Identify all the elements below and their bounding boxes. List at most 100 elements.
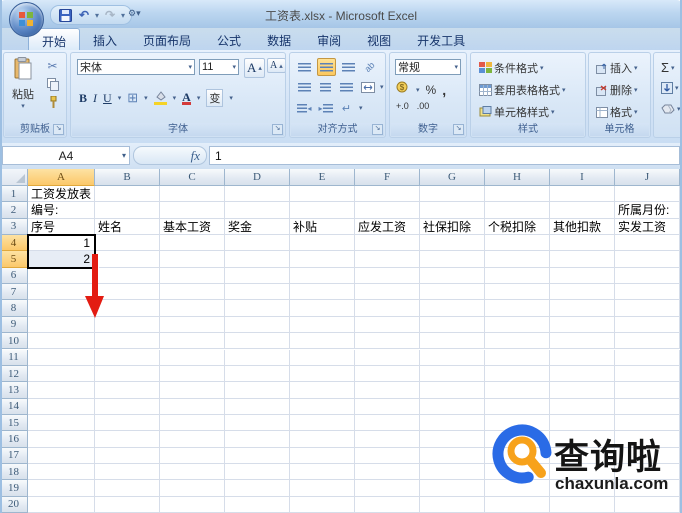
cell-A10[interactable] <box>28 333 95 350</box>
cell-I14[interactable] <box>550 398 615 415</box>
cell-E9[interactable] <box>290 316 355 334</box>
cell-J11[interactable] <box>615 349 680 366</box>
cell-F5[interactable] <box>355 251 420 268</box>
cell-D4[interactable] <box>225 235 290 252</box>
tab-developer[interactable]: 开发工具 <box>404 28 478 50</box>
cell-F1[interactable] <box>355 186 420 203</box>
cell-E19[interactable] <box>290 480 355 497</box>
cell-B4[interactable] <box>95 235 160 252</box>
cell-I10[interactable] <box>550 333 615 350</box>
column-header-J[interactable]: J <box>615 169 680 186</box>
row-header-19[interactable]: 19 <box>0 480 28 497</box>
insert-cells-button[interactable]: 插入 ▾ <box>593 58 641 78</box>
cell-styles-button[interactable]: 单元格样式 ▾ <box>476 102 558 122</box>
row-header-12[interactable]: 12 <box>0 365 28 383</box>
column-header-G[interactable]: G <box>420 169 485 186</box>
cell-D5[interactable] <box>225 251 290 268</box>
cell-E1[interactable] <box>290 186 355 203</box>
undo-dropdown-icon[interactable]: ▾ <box>95 11 99 20</box>
undo-icon[interactable]: ↶ <box>76 7 92 23</box>
tab-data[interactable]: 数据 <box>254 28 304 50</box>
row-header-3[interactable]: 3 <box>0 218 28 236</box>
cell-H11[interactable] <box>485 349 550 366</box>
cell-F10[interactable] <box>355 333 420 350</box>
cell-B12[interactable] <box>95 365 160 383</box>
cell-I7[interactable] <box>550 284 615 301</box>
font-color-icon[interactable]: A <box>182 91 191 105</box>
cell-C20[interactable] <box>160 496 225 513</box>
cell-I8[interactable] <box>550 300 615 317</box>
cell-B14[interactable] <box>95 398 160 415</box>
cell-D17[interactable] <box>225 447 290 464</box>
cell-B17[interactable] <box>95 447 160 464</box>
column-header-B[interactable]: B <box>95 169 160 186</box>
cell-E4[interactable] <box>290 235 355 252</box>
alignment-dialog-launcher[interactable]: ↘ <box>372 124 383 135</box>
fill-color-icon[interactable] <box>153 91 167 105</box>
insert-function-icon[interactable]: fx <box>191 148 200 164</box>
row-header-18[interactable]: 18 <box>0 463 28 481</box>
tab-review[interactable]: 审阅 <box>304 28 354 50</box>
underline-dropdown-icon[interactable]: ▾ <box>118 94 122 102</box>
cell-G6[interactable] <box>420 267 485 285</box>
cell-E13[interactable] <box>290 382 355 399</box>
cell-G5[interactable] <box>420 251 485 268</box>
row-header-15[interactable]: 15 <box>0 414 28 432</box>
cell-E17[interactable] <box>290 447 355 464</box>
cell-D8[interactable] <box>225 300 290 317</box>
column-header-H[interactable]: H <box>485 169 550 186</box>
cell-G16[interactable] <box>420 431 485 448</box>
cell-E14[interactable] <box>290 398 355 415</box>
cell-D9[interactable] <box>225 316 290 334</box>
cell-A16[interactable] <box>28 431 95 448</box>
cell-G8[interactable] <box>420 300 485 317</box>
merge-dropdown-icon[interactable]: ▾ <box>380 83 384 91</box>
cell-G17[interactable] <box>420 447 485 464</box>
name-box[interactable]: A4 ▾ <box>2 146 130 165</box>
cell-F7[interactable] <box>355 284 420 301</box>
cell-H12[interactable] <box>485 365 550 383</box>
align-center-icon[interactable] <box>317 79 334 95</box>
comma-style-icon[interactable]: , <box>442 82 446 98</box>
font-name-select[interactable]: 宋体 ▾ <box>77 59 195 75</box>
cell-E20[interactable] <box>290 496 355 513</box>
cell-E11[interactable] <box>290 349 355 366</box>
cell-F20[interactable] <box>355 496 420 513</box>
cell-A15[interactable] <box>28 414 95 432</box>
phonetic-guide-icon[interactable]: 变 <box>206 89 224 107</box>
cell-E8[interactable] <box>290 300 355 317</box>
cell-G1[interactable] <box>420 186 485 203</box>
orientation-icon[interactable]: ab <box>358 55 381 78</box>
align-top-icon[interactable] <box>296 59 313 75</box>
format-cells-button[interactable]: 格式 ▾ <box>593 102 641 122</box>
row-header-7[interactable]: 7 <box>0 284 28 301</box>
cell-E18[interactable] <box>290 463 355 481</box>
shrink-font-button[interactable]: A ▴ <box>267 58 285 73</box>
cell-D12[interactable] <box>225 365 290 383</box>
cell-G7[interactable] <box>420 284 485 301</box>
formula-input[interactable]: 1 <box>209 146 680 165</box>
merge-center-icon[interactable] <box>359 79 376 95</box>
cell-C12[interactable] <box>160 365 225 383</box>
cell-D18[interactable] <box>225 463 290 481</box>
cell-H4[interactable] <box>485 235 550 252</box>
column-header-F[interactable]: F <box>355 169 420 186</box>
tab-view[interactable]: 视图 <box>354 28 404 50</box>
decrease-indent-icon[interactable]: ◂ <box>296 100 313 116</box>
row-header-14[interactable]: 14 <box>0 398 28 415</box>
format-painter-icon[interactable] <box>44 94 61 110</box>
column-header-E[interactable]: E <box>290 169 355 186</box>
cell-C19[interactable] <box>160 480 225 497</box>
font-color-dropdown-icon[interactable]: ▾ <box>197 94 201 102</box>
cell-J6[interactable] <box>615 267 680 285</box>
tab-formulas[interactable]: 公式 <box>204 28 254 50</box>
cell-H1[interactable] <box>485 186 550 203</box>
cell-D6[interactable] <box>225 267 290 285</box>
cell-H7[interactable] <box>485 284 550 301</box>
row-header-6[interactable]: 6 <box>0 267 28 285</box>
cell-B11[interactable] <box>95 349 160 366</box>
customize-qat-icon[interactable]: ⚙▾ <box>128 8 141 19</box>
align-right-icon[interactable] <box>338 79 355 95</box>
cell-I2[interactable] <box>550 202 615 219</box>
cell-I12[interactable] <box>550 365 615 383</box>
